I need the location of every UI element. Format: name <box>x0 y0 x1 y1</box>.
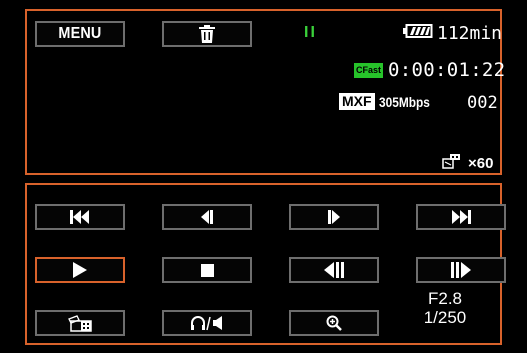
skip-to-end-icon <box>451 210 471 224</box>
clip-select-button[interactable] <box>35 310 125 336</box>
frame-rate-value: ×60 <box>468 155 494 172</box>
cfast-badge: CFast <box>354 62 384 78</box>
timecode-row: CFast 0:00:01:22 <box>354 59 505 81</box>
shutter-speed-value: 1/250 <box>423 308 467 327</box>
frame-forward-button[interactable] <box>289 204 379 230</box>
battery-status: 112min <box>403 23 502 44</box>
recording-info-panel: MENU II 112min CFast 0:00:01:22 MXF 305M… <box>25 9 505 175</box>
bitrate: 305Mbps <box>378 93 430 110</box>
remaining-time: 112min <box>437 23 503 44</box>
frame-back-icon <box>201 210 213 224</box>
skip-to-end-button[interactable] <box>416 204 506 230</box>
frame-back-button[interactable] <box>162 204 252 230</box>
zoom-button[interactable] <box>289 310 379 336</box>
stop-icon <box>200 263 214 277</box>
slow-reverse-icon <box>324 262 344 278</box>
timecode: 0:00:01:22 <box>388 59 506 81</box>
film-clip-icon <box>67 314 93 332</box>
slow-forward-button[interactable] <box>416 257 506 283</box>
menu-button[interactable]: MENU <box>35 21 125 47</box>
headphones-speaker-icon <box>190 315 224 331</box>
audio-volume-button[interactable] <box>162 310 252 336</box>
skip-to-start-button[interactable] <box>35 204 125 230</box>
pause-indicator: II <box>304 24 317 41</box>
aperture-value: F2.8 <box>427 289 463 308</box>
exposure-readout: F2.8 1/250 <box>410 289 480 327</box>
delete-button[interactable] <box>162 21 252 47</box>
frame-rate-indicator: ×60 <box>442 153 493 174</box>
trash-icon <box>199 25 215 43</box>
frame-forward-icon <box>328 210 340 224</box>
slow-forward-icon <box>451 262 471 278</box>
frame-rate-icon <box>442 153 462 174</box>
play-icon <box>73 262 87 278</box>
mxf-badge: MXF <box>339 93 375 110</box>
battery-icon <box>403 24 433 43</box>
format-row: MXF 305Mbps <box>339 93 438 110</box>
play-button[interactable] <box>35 257 125 283</box>
menu-button-label: MENU <box>58 25 102 42</box>
slow-reverse-button[interactable] <box>289 257 379 283</box>
stop-button[interactable] <box>162 257 252 283</box>
magnify-plus-icon <box>326 315 342 331</box>
skip-to-start-icon <box>70 210 90 224</box>
clip-number: 002 <box>467 93 498 113</box>
